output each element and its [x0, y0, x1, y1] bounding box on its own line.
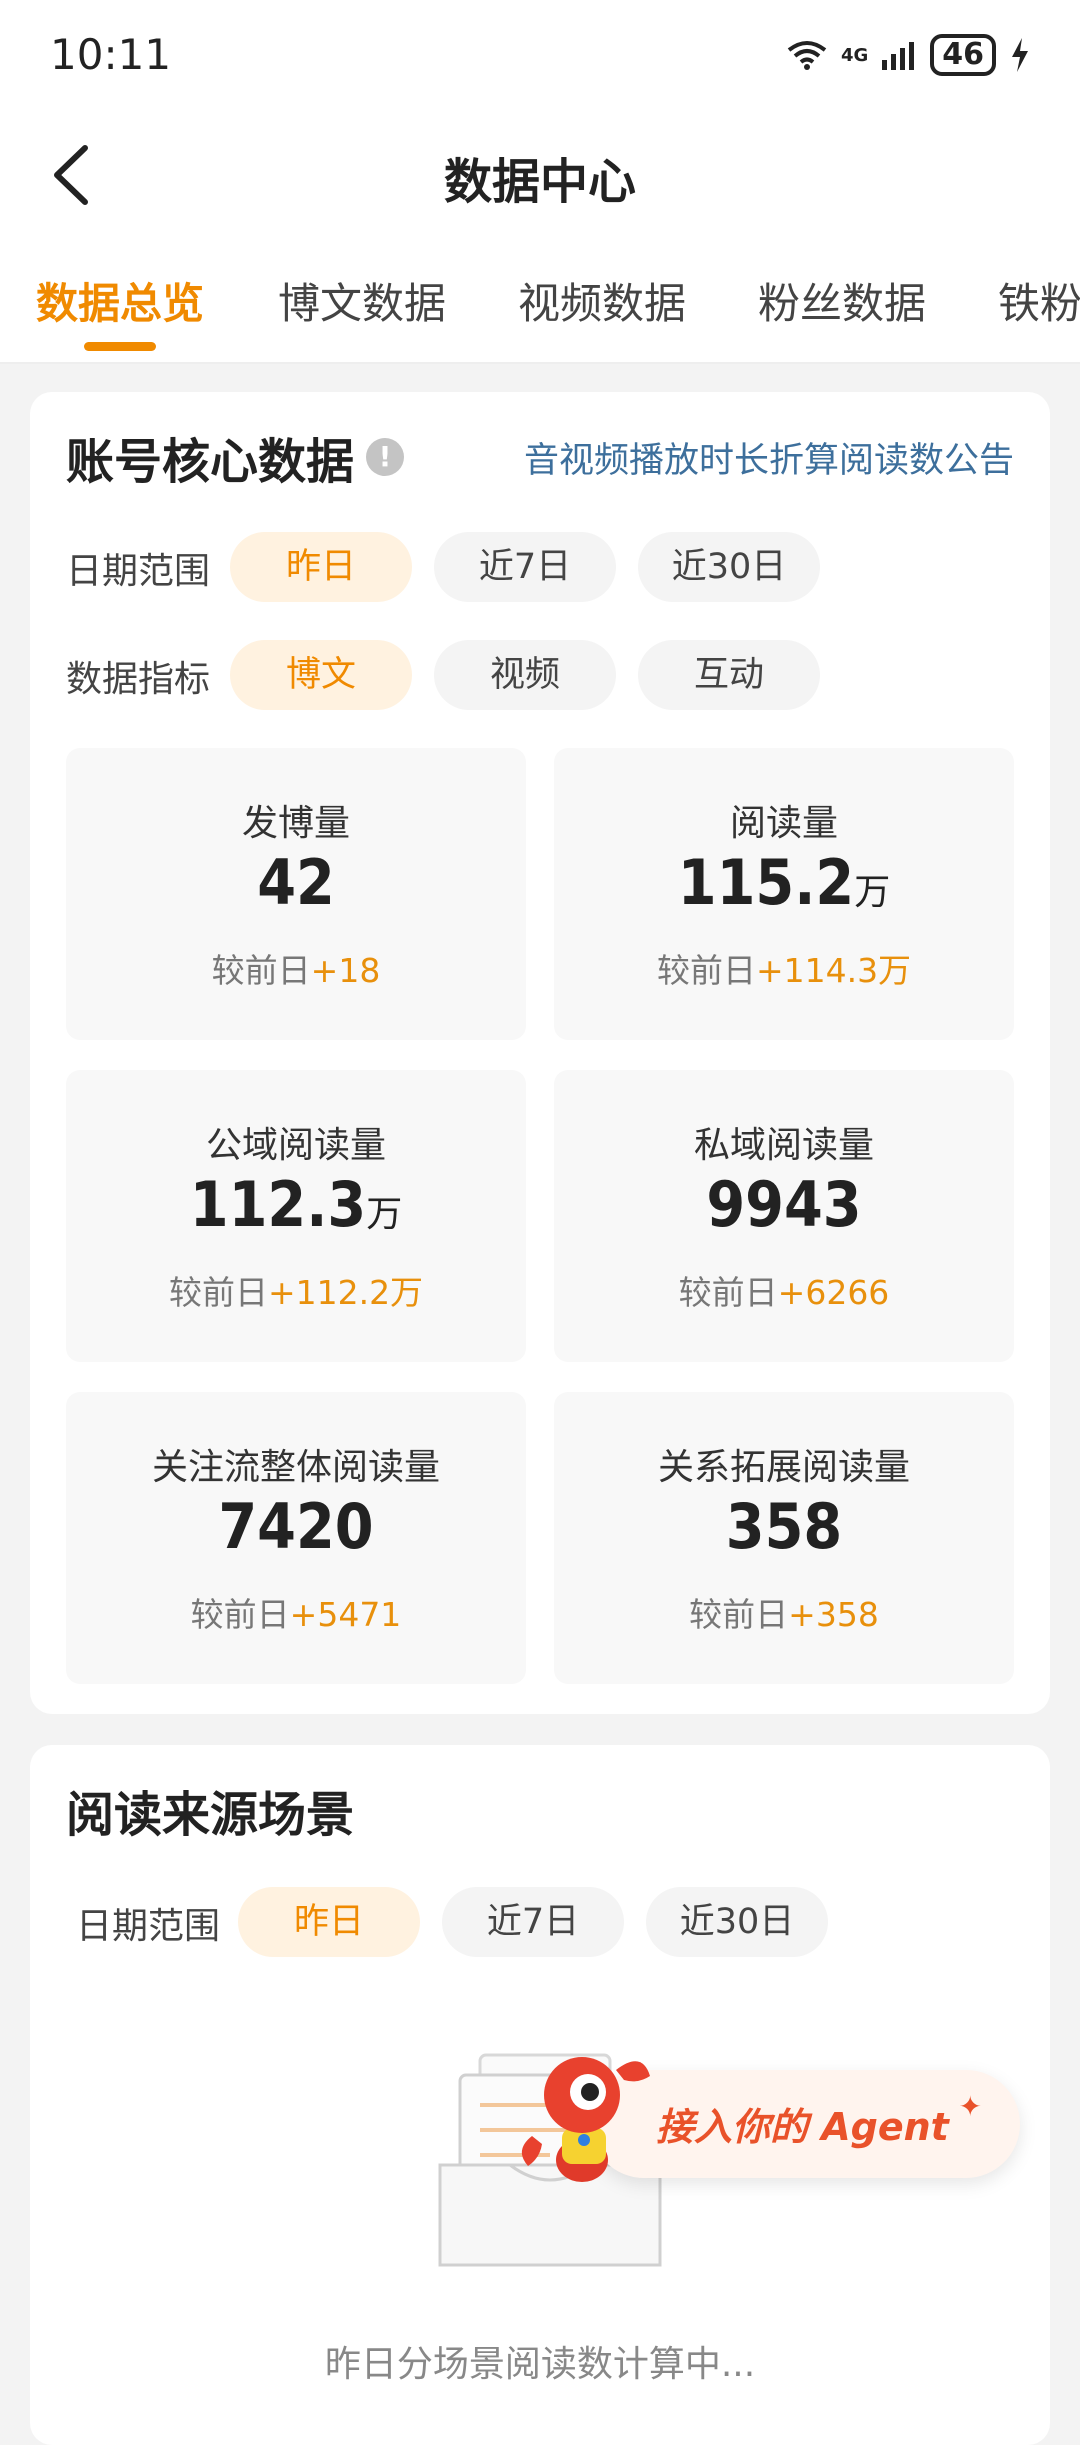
metric-value: 358 — [554, 1490, 1014, 1563]
metric-chip-interaction[interactable]: 互动 — [638, 640, 820, 710]
metric-unit: 万 — [854, 872, 891, 913]
metric-chip-video[interactable]: 视频 — [434, 640, 616, 710]
metric-delta: 较前日+6266 — [554, 1266, 1014, 1314]
page-title: 数据中心 — [443, 154, 636, 210]
nav-bar: 数据中心 — [0, 110, 1080, 240]
status-icons: 4G 46 — [787, 34, 1030, 76]
source-date-chip-7d[interactable]: 近7日 — [442, 1887, 624, 1957]
agent-promo-text: 接入你的 Agent — [656, 2105, 949, 2149]
source-date-range-label: 日期范围 — [76, 1906, 221, 1947]
date-chip-30d[interactable]: 近30日 — [638, 532, 820, 602]
metric-value: 9943 — [554, 1168, 1014, 1241]
metric-value: 7420 — [66, 1490, 526, 1563]
metric-number: 112.3 — [189, 1168, 367, 1241]
metric-tile-relation-reads[interactable]: 关系拓展阅读量 358 较前日+358 — [554, 1392, 1014, 1684]
metric-tile-posts[interactable]: 发博量 42 较前日+18 — [66, 748, 526, 1040]
date-range-label: 日期范围 — [66, 551, 211, 592]
metric-delta: 较前日+112.2万 — [66, 1266, 526, 1314]
metric-unit: 万 — [366, 1194, 403, 1235]
source-date-chip-yesterday[interactable]: 昨日 — [238, 1887, 420, 1957]
metric-tile-follow-feed-reads[interactable]: 关注流整体阅读量 7420 较前日+5471 — [66, 1392, 526, 1684]
battery-icon: 46 — [930, 34, 996, 76]
delta-prefix: 较前日 — [656, 951, 756, 990]
mascot-icon — [521, 2057, 650, 2182]
delta-value: +6266 — [777, 1273, 890, 1312]
source-date-chip-30d[interactable]: 近30日 — [646, 1887, 828, 1957]
delta-prefix: 较前日 — [168, 1273, 268, 1312]
tab-indicator — [84, 342, 156, 351]
metric-value: 112.3万 — [66, 1168, 526, 1241]
delta-prefix: 较前日 — [190, 1595, 290, 1634]
delta-value: +5471 — [289, 1595, 402, 1634]
metric-tile-private-reads[interactable]: 私域阅读量 9943 较前日+6266 — [554, 1070, 1014, 1362]
metric-value: 115.2万 — [554, 846, 1014, 919]
delta-prefix: 较前日 — [689, 1595, 789, 1634]
status-bar: 10:11 4G 46 — [0, 0, 1080, 110]
metric-delta: 较前日+18 — [66, 944, 526, 992]
tab-overview[interactable]: 数据总览 — [36, 270, 204, 331]
delta-value: +114.3万 — [755, 951, 912, 990]
metric-number: 9943 — [706, 1168, 862, 1241]
core-data-card: 账号核心数据 ! 音视频播放时长折算阅读数公告 日期范围 昨日 近7日 近30日… — [30, 392, 1050, 1714]
metric-label: 关注流整体阅读量 — [151, 1447, 440, 1488]
empty-state-text: 昨日分场景阅读数计算中... — [324, 2344, 756, 2385]
info-icon[interactable]: ! — [366, 438, 404, 476]
metric-tile-reads[interactable]: 阅读量 115.2万 较前日+114.3万 — [554, 748, 1014, 1040]
metric-label: 关系拓展阅读量 — [657, 1447, 910, 1488]
date-chip-7d[interactable]: 近7日 — [434, 532, 616, 602]
delta-value: +18 — [310, 951, 381, 990]
delta-value: +358 — [788, 1595, 879, 1634]
metric-value: 42 — [66, 846, 526, 919]
metric-chip-posts[interactable]: 博文 — [230, 640, 412, 710]
status-time: 10:11 — [50, 30, 172, 79]
read-source-title: 阅读来源场景 — [66, 1787, 355, 1843]
metric-tile-public-reads[interactable]: 公域阅读量 112.3万 较前日+112.2万 — [66, 1070, 526, 1362]
delta-value: +112.2万 — [267, 1273, 424, 1312]
metric-delta: 较前日+358 — [554, 1588, 1014, 1636]
metric-label: 公域阅读量 — [205, 1125, 386, 1166]
core-data-title: 账号核心数据 — [66, 434, 355, 490]
notice-link[interactable]: 音视频播放时长折算阅读数公告 — [524, 432, 1014, 483]
wifi-icon — [787, 41, 827, 70]
date-chip-yesterday[interactable]: 昨日 — [230, 532, 412, 602]
tab-posts[interactable]: 博文数据 — [278, 270, 446, 331]
metric-number: 115.2 — [677, 846, 855, 919]
metric-label: 阅读量 — [729, 803, 838, 844]
metric-delta: 较前日+114.3万 — [554, 944, 1014, 992]
tab-iron-fans[interactable]: 铁粉 — [998, 270, 1080, 331]
tab-bar: 数据总览 博文数据 视频数据 粉丝数据 铁粉 — [0, 240, 1080, 364]
charging-icon — [1012, 38, 1028, 72]
signal-icon — [882, 42, 915, 70]
metric-delta: 较前日+5471 — [66, 1588, 526, 1636]
metric-number: 42 — [257, 846, 335, 919]
sparkle-icon: ✦ — [958, 2090, 982, 2123]
metric-label: 私域阅读量 — [693, 1125, 874, 1166]
delta-prefix: 较前日 — [678, 1273, 778, 1312]
metric-label: 发博量 — [241, 803, 350, 844]
delta-prefix: 较前日 — [211, 951, 311, 990]
metric-type-label: 数据指标 — [66, 659, 211, 700]
network-type: 4G — [840, 44, 869, 66]
tab-videos[interactable]: 视频数据 — [518, 270, 686, 331]
tab-fans[interactable]: 粉丝数据 — [758, 270, 926, 331]
metric-number: 358 — [725, 1490, 843, 1563]
metric-number: 7420 — [218, 1490, 374, 1563]
